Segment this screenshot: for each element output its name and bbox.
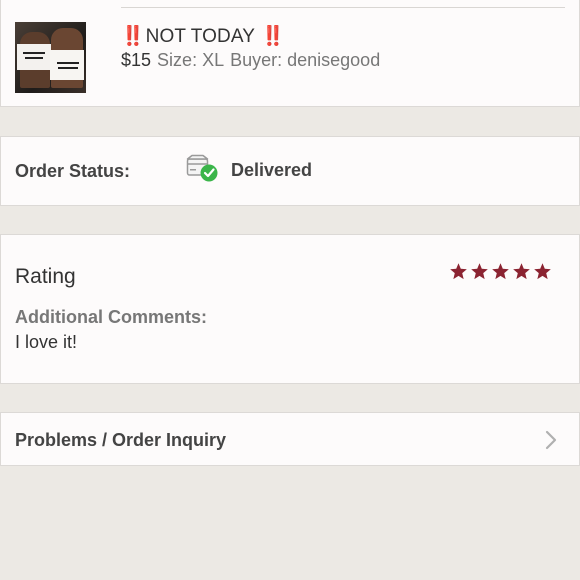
rating-card: Rating Additional Comments: I love it! [0, 234, 580, 384]
item-price: $15 [121, 50, 152, 70]
star-icon [471, 263, 488, 280]
item-title: ‼️ NOT TODAY ‼️ [121, 24, 285, 48]
item-meta: $15 Size: XL Buyer: denisegood [121, 50, 380, 71]
star-icon [534, 263, 551, 280]
delivered-box-icon [186, 154, 218, 182]
double-exclamation-icon: ‼️ [260, 26, 285, 47]
item-size: Size: XL [157, 50, 225, 70]
order-status-value: Delivered [231, 160, 313, 180]
rating-stars [449, 262, 552, 282]
additional-comments-text: I love it! [15, 332, 78, 352]
star-icon [450, 263, 467, 280]
star-icon [513, 263, 530, 280]
order-status-card: Order Status: Delivered [0, 136, 580, 206]
divider [121, 7, 565, 8]
item-thumbnail[interactable] [15, 22, 86, 93]
additional-comments-label: Additional Comments: [15, 307, 207, 327]
problems-order-inquiry-row[interactable]: Problems / Order Inquiry [0, 412, 580, 466]
chevron-right-icon [545, 430, 557, 450]
item-title-text: NOT TODAY [145, 26, 255, 47]
order-status-label: Order Status: [15, 161, 131, 181]
problems-order-inquiry-label: Problems / Order Inquiry [15, 430, 227, 450]
star-icon [492, 263, 509, 280]
double-exclamation-icon: ‼️ [121, 26, 145, 47]
rating-title: Rating [15, 265, 76, 288]
item-buyer[interactable]: Buyer: denisegood [230, 50, 380, 70]
item-card[interactable]: ‼️ NOT TODAY ‼️ $15 Size: XL Buyer: denisego… [0, 0, 580, 107]
